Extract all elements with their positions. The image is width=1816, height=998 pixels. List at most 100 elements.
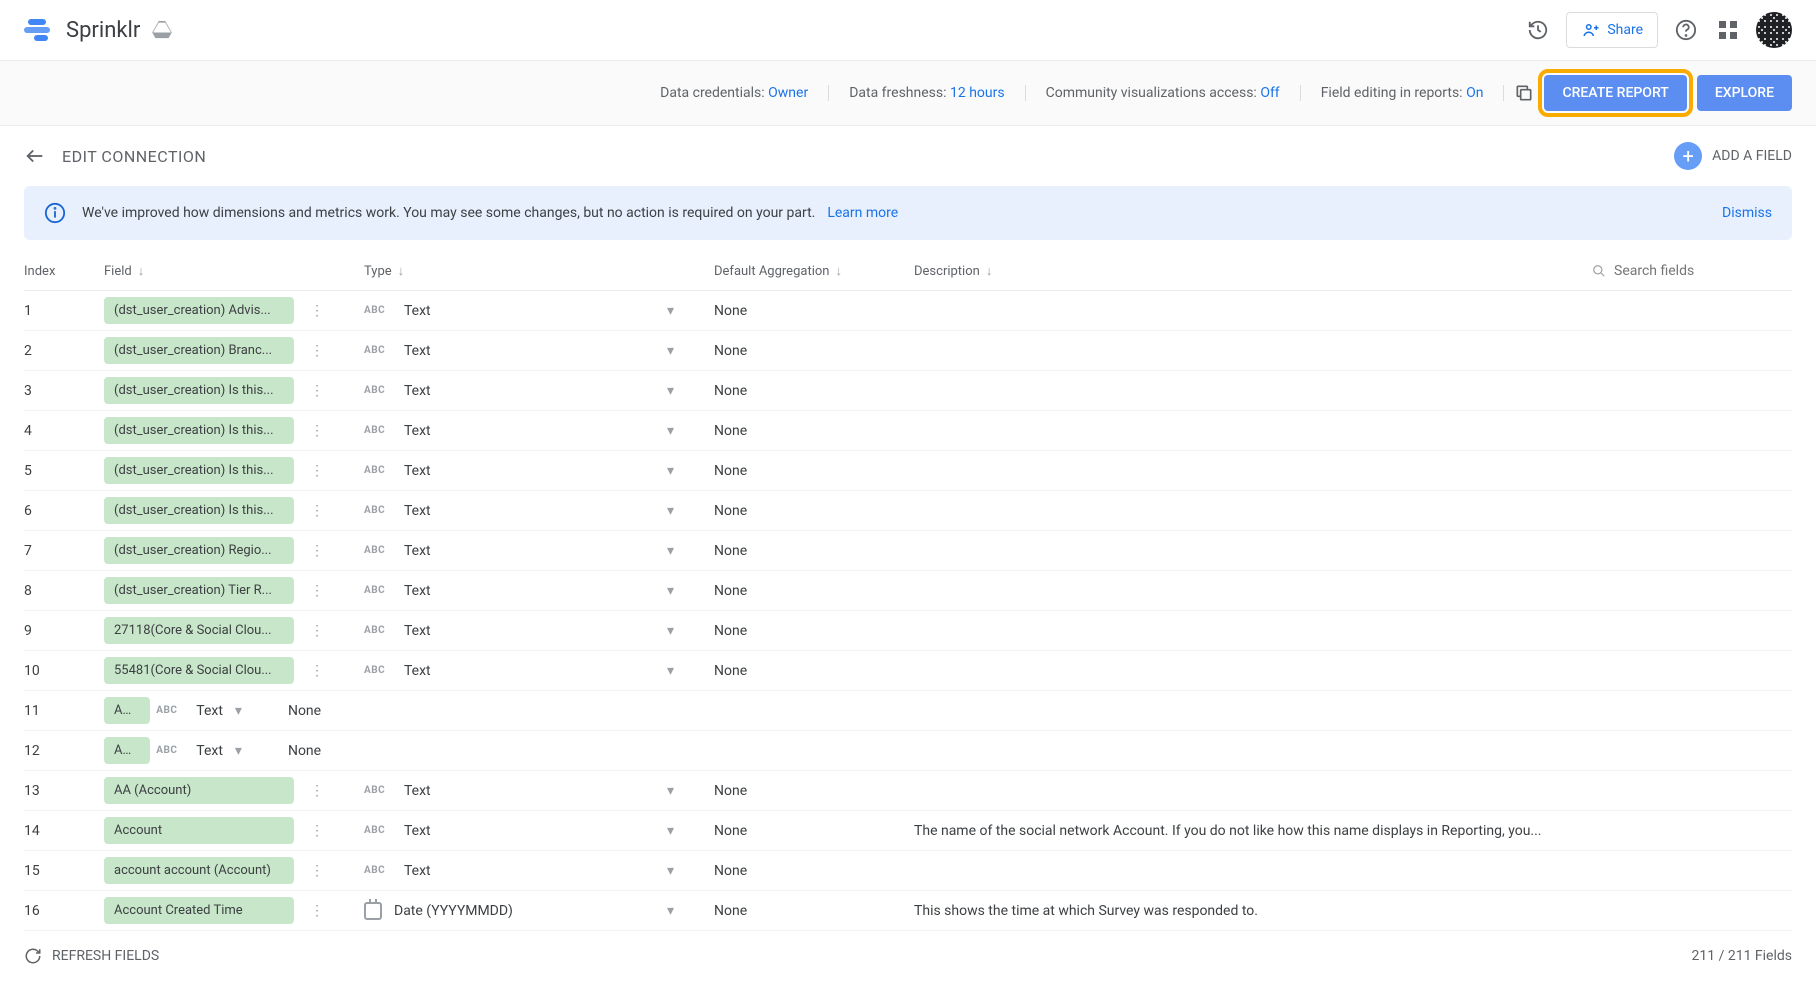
table-row[interactable]: 15account account (Account)⋮ABCText▾None: [24, 851, 1792, 891]
dropdown-icon[interactable]: ▾: [667, 623, 674, 639]
dropdown-icon[interactable]: ▾: [667, 423, 674, 439]
drive-icon[interactable]: [152, 21, 172, 39]
table-row[interactable]: 8(dst_user_creation) Tier R...⋮ABCText▾N…: [24, 571, 1792, 611]
learn-more-link[interactable]: Learn more: [827, 205, 898, 221]
row-aggregation[interactable]: None: [714, 663, 914, 679]
row-aggregation[interactable]: None: [714, 463, 914, 479]
more-vert-icon[interactable]: ⋮: [310, 823, 324, 839]
row-field[interactable]: A⋮ABCText▾None: [104, 697, 364, 724]
more-vert-icon[interactable]: ⋮: [310, 503, 324, 519]
more-vert-icon[interactable]: ⋮: [132, 743, 145, 758]
field-chip[interactable]: (dst_user_creation) Is this...: [104, 497, 294, 524]
row-field[interactable]: (dst_user_creation) Branc... ⋮: [104, 337, 364, 364]
data-freshness[interactable]: Data freshness: 12 hours: [829, 85, 1025, 101]
table-row[interactable]: 6(dst_user_creation) Is this...⋮ABCText▾…: [24, 491, 1792, 531]
row-field[interactable]: (dst_user_creation) Tier R...⋮: [104, 577, 364, 604]
row-field[interactable]: Account⋮: [104, 817, 364, 844]
row-type[interactable]: Date (YYYYMMDD)▾: [364, 902, 714, 920]
more-vert-icon[interactable]: ⋮: [310, 343, 324, 359]
community-visualizations[interactable]: Community visualizations access: Off: [1026, 85, 1301, 101]
col-type[interactable]: Type↓: [364, 263, 714, 279]
search-input[interactable]: [1614, 263, 1792, 279]
field-chip[interactable]: (dst_user_creation) Tier R...: [104, 577, 294, 604]
row-type[interactable]: ABCText▾: [364, 783, 714, 799]
row-field[interactable]: 55481(Core & Social Clou... ⋮: [104, 657, 364, 684]
col-index[interactable]: Index: [24, 264, 104, 279]
dropdown-icon[interactable]: ▾: [667, 463, 674, 479]
history-icon[interactable]: [1524, 16, 1552, 44]
more-vert-icon[interactable]: ⋮: [310, 863, 324, 879]
row-aggregation[interactable]: None: [714, 383, 914, 399]
more-vert-icon[interactable]: ⋮: [310, 623, 324, 639]
dropdown-icon[interactable]: ▾: [667, 303, 674, 319]
field-chip[interactable]: Account Created Time: [104, 897, 294, 924]
row-field[interactable]: (dst_user_creation) Advis...⋮: [104, 297, 364, 324]
dropdown-icon[interactable]: ▾: [667, 583, 674, 599]
apps-icon[interactable]: [1714, 16, 1742, 44]
user-avatar[interactable]: [1756, 12, 1792, 48]
row-field[interactable]: 27118(Core & Social Clou... ⋮: [104, 617, 364, 644]
table-row[interactable]: 1055481(Core & Social Clou...⋮ABCText▾No…: [24, 651, 1792, 691]
row-aggregation[interactable]: None: [288, 703, 321, 719]
more-vert-icon[interactable]: ⋮: [310, 303, 324, 319]
more-vert-icon[interactable]: ⋮: [310, 463, 324, 479]
row-type[interactable]: ABCText▾: [364, 823, 714, 839]
field-chip[interactable]: (dst_user_creation) Is this...: [104, 457, 294, 484]
field-chip[interactable]: 55481(Core & Social Clou...: [104, 657, 294, 684]
table-row[interactable]: 5(dst_user_creation) Is this...⋮ABCText▾…: [24, 451, 1792, 491]
row-type[interactable]: ABCText▾: [364, 863, 714, 879]
row-type[interactable]: ABCText▾: [364, 303, 714, 319]
row-aggregation[interactable]: None: [714, 583, 914, 599]
row-aggregation[interactable]: None: [714, 343, 914, 359]
row-field[interactable]: (dst_user_creation) Is this...⋮: [104, 377, 364, 404]
row-type[interactable]: ABCText▾: [364, 583, 714, 599]
field-editing[interactable]: Field editing in reports: On: [1301, 85, 1505, 101]
dropdown-icon[interactable]: ▾: [667, 343, 674, 359]
row-field[interactable]: (dst_user_creation) Is this...⋮: [104, 417, 364, 444]
table-row[interactable]: 2(dst_user_creation) Branc...⋮ABCText▾No…: [24, 331, 1792, 371]
row-field[interactable]: (dst_user_creation) Regio...⋮: [104, 537, 364, 564]
row-aggregation[interactable]: None: [714, 823, 914, 839]
col-aggregation[interactable]: Default Aggregation↓: [714, 263, 914, 279]
search-fields[interactable]: [1592, 262, 1792, 280]
field-chip[interactable]: A⋮: [104, 697, 150, 724]
dropdown-icon[interactable]: ▾: [667, 543, 674, 559]
row-type[interactable]: ABCText▾: [364, 503, 714, 519]
row-field[interactable]: AA (Account)⋮: [104, 777, 364, 804]
more-vert-icon[interactable]: ⋮: [310, 663, 324, 679]
row-type[interactable]: ABCText▾: [364, 383, 714, 399]
table-row[interactable]: 16Account Created Time⋮Date (YYYYMMDD)▾N…: [24, 891, 1792, 931]
table-row[interactable]: 3(dst_user_creation) Is this...⋮ABCText▾…: [24, 371, 1792, 411]
row-aggregation[interactable]: None: [714, 503, 914, 519]
more-vert-icon[interactable]: ⋮: [132, 703, 145, 718]
field-chip[interactable]: 27118(Core & Social Clou...: [104, 617, 294, 644]
table-row[interactable]: 11A⋮ABCText▾None: [24, 691, 1792, 731]
row-type[interactable]: ABCText▾: [364, 543, 714, 559]
field-chip[interactable]: (dst_user_creation) Branc...: [104, 337, 294, 364]
dropdown-icon[interactable]: ▾: [667, 663, 674, 679]
row-field[interactable]: Account Created Time⋮: [104, 897, 364, 924]
row-type[interactable]: ABCText▾: [364, 463, 714, 479]
row-field[interactable]: (dst_user_creation) Is this... ⋮: [104, 457, 364, 484]
table-row[interactable]: 1(dst_user_creation) Advis...⋮ABCText▾No…: [24, 291, 1792, 331]
data-credentials[interactable]: Data credentials: Owner: [640, 85, 829, 101]
row-aggregation[interactable]: None: [714, 783, 914, 799]
dropdown-icon[interactable]: ▾: [667, 863, 674, 879]
row-aggregation[interactable]: None: [714, 423, 914, 439]
row-field[interactable]: A⋮ABCText▾NoneThe name of a Custom Prope…: [104, 737, 364, 764]
row-type[interactable]: ABCText▾: [364, 663, 714, 679]
dropdown-icon[interactable]: ▾: [667, 383, 674, 399]
table-row[interactable]: 14Account⋮ABCText▾NoneThe name of the so…: [24, 811, 1792, 851]
row-type[interactable]: ABCText▾: [364, 623, 714, 639]
share-button[interactable]: Share: [1566, 12, 1658, 48]
more-vert-icon[interactable]: ⋮: [310, 383, 324, 399]
field-chip[interactable]: (dst_user_creation) Is this...: [104, 417, 294, 444]
row-aggregation[interactable]: None: [714, 863, 914, 879]
row-aggregation[interactable]: None: [714, 543, 914, 559]
row-aggregation[interactable]: None: [714, 303, 914, 319]
col-field[interactable]: Field↓: [104, 263, 364, 279]
more-vert-icon[interactable]: ⋮: [310, 543, 324, 559]
row-field[interactable]: (dst_user_creation) Is this... ⋮: [104, 497, 364, 524]
dropdown-icon[interactable]: ▾: [235, 703, 242, 719]
copy-icon[interactable]: [1514, 83, 1534, 103]
